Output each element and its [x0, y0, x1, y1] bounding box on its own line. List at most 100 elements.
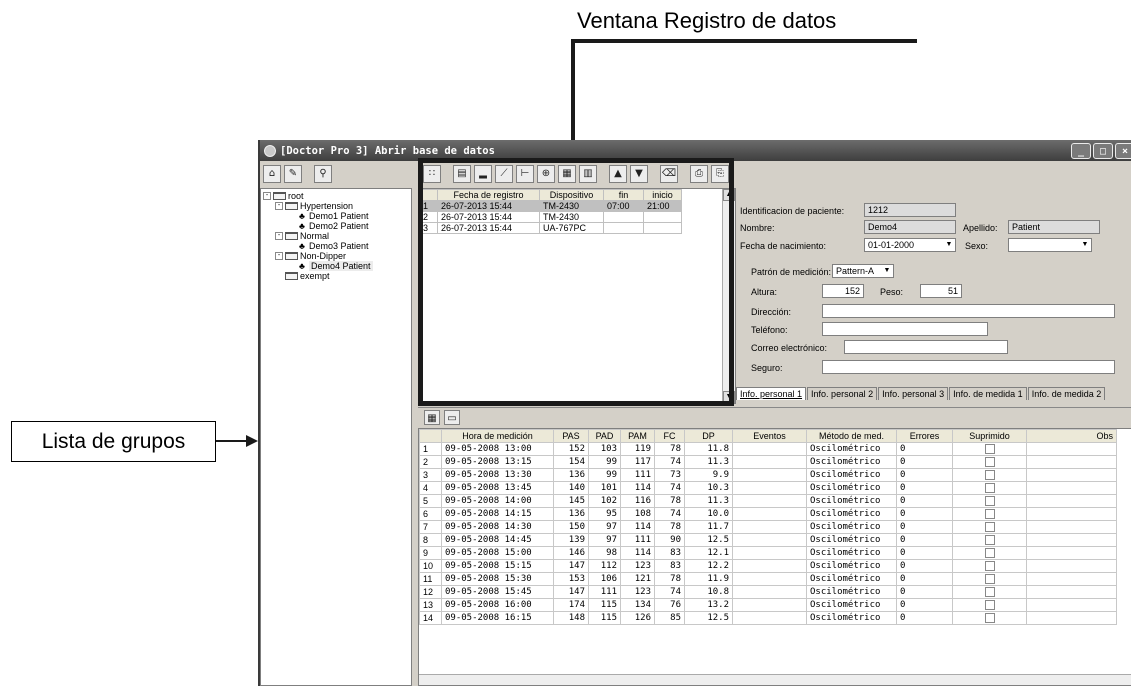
meas-col-pam[interactable]: PAM [620, 429, 655, 443]
close-button[interactable]: × [1115, 143, 1131, 159]
insurance-field[interactable] [822, 360, 1115, 374]
tab-personal-1[interactable]: Info. personal 1 [736, 387, 807, 400]
binoculars-icon[interactable]: ⚲ [314, 165, 332, 183]
suppressed-checkbox[interactable] [984, 573, 995, 584]
suppressed-checkbox[interactable] [984, 482, 995, 493]
measurement-row[interactable]: 14 09-05-2008 16:15 148 115 126 85 12.5 Oscilom… [419, 611, 1117, 625]
scroll-down-icon[interactable]: ▼ [723, 391, 735, 403]
expand-collapse-icon[interactable]: - [275, 252, 283, 260]
scroll-up-icon[interactable]: ▲ [723, 189, 735, 201]
records-scrollbar[interactable]: ▲ ▼ [722, 189, 735, 403]
suppressed-checkbox[interactable] [984, 456, 995, 467]
tree-item[interactable]: ♣ Demo3 Patient [261, 241, 411, 251]
chevron-down-icon[interactable]: ▼ [882, 266, 892, 276]
measurement-row[interactable]: 8 09-05-2008 14:45 139 97 111 90 12.5 Oscilomét… [419, 533, 1117, 547]
tree-item[interactable]: exempt [261, 271, 411, 281]
measurement-row[interactable]: 12 09-05-2008 15:45 147 111 123 74 10.8 Oscilom… [419, 585, 1117, 599]
measurement-row[interactable]: 5 09-05-2008 14:00 145 102 116 78 11.3 Oscilomé… [419, 494, 1117, 508]
chart3-icon[interactable]: ⊢ [516, 165, 534, 183]
graph-view-icon[interactable]: ▭ [444, 410, 460, 425]
suppressed-checkbox[interactable] [984, 495, 995, 506]
records-row[interactable]: 2 26-07-2013 15:44 TM-2430 [419, 211, 682, 223]
address-field[interactable] [822, 304, 1115, 318]
tab-personal-2[interactable]: Info. personal 2 [807, 387, 878, 400]
meas-col-obs[interactable]: Obs [1026, 429, 1117, 443]
group-tree[interactable]: - root - Hypertension ♣ Demo1 Patient ♣ Demo2 P… [260, 188, 412, 686]
tab-measure-1[interactable]: Info. de medida 1 [949, 387, 1027, 400]
minimize-button[interactable]: _ [1071, 143, 1091, 159]
meas-col-events[interactable]: Eventos [732, 429, 807, 443]
measurement-row[interactable]: 6 09-05-2008 14:15 136 95 108 74 10.0 Oscilomét… [419, 507, 1117, 521]
suppressed-checkbox[interactable] [984, 443, 995, 454]
tree-item[interactable]: - Normal [261, 231, 411, 241]
suppressed-checkbox[interactable] [984, 534, 995, 545]
suppressed-checkbox[interactable] [984, 586, 995, 597]
tab-measure-2[interactable]: Info. de medida 2 [1027, 387, 1106, 400]
up-icon[interactable]: ▲ [609, 165, 627, 183]
height-field[interactable]: 152 [822, 284, 864, 298]
phone-field[interactable] [822, 322, 988, 336]
meas-col-time[interactable]: Hora de medición [441, 429, 554, 443]
chevron-down-icon[interactable]: ▼ [1080, 240, 1090, 250]
meas-col-pas[interactable]: PAS [553, 429, 589, 443]
measurement-row[interactable]: 11 09-05-2008 15:30 153 106 121 78 11.9 Oscilom… [419, 572, 1117, 586]
tab-personal-3[interactable]: Info. personal 3 [878, 387, 949, 400]
chart4-icon[interactable]: ⊕ [537, 165, 555, 183]
meas-col-method[interactable]: Método de med. [806, 429, 897, 443]
expand-collapse-icon[interactable]: - [275, 232, 283, 240]
chart5-icon[interactable]: ▦ [558, 165, 576, 183]
suppressed-checkbox[interactable] [984, 521, 995, 532]
table-view-icon[interactable]: ▦ [424, 410, 440, 425]
maximize-button[interactable]: □ [1093, 143, 1113, 159]
chart6-icon[interactable]: ▥ [579, 165, 597, 183]
tree-item[interactable]: - Hypertension [261, 201, 411, 211]
chevron-down-icon[interactable]: ▼ [944, 240, 954, 250]
tree-item[interactable]: ♣ Demo4 Patient [261, 261, 411, 271]
measurement-hscrollbar[interactable] [419, 674, 1131, 685]
records-col-device[interactable]: Dispositivo [539, 189, 604, 201]
pattern-select[interactable]: Pattern-A ▼ [832, 264, 894, 278]
meas-col-pad[interactable]: PAD [588, 429, 621, 443]
suppressed-checkbox[interactable] [984, 508, 995, 519]
sex-select[interactable]: ▼ [1008, 238, 1092, 252]
email-field[interactable] [844, 340, 1008, 354]
expand-collapse-icon[interactable]: - [263, 192, 271, 200]
eraser-icon[interactable]: ⌫ [660, 165, 678, 183]
edit-db-icon[interactable]: ✎ [284, 165, 302, 183]
records-row[interactable]: 1 26-07-2013 15:44 TM-2430 07:00 21:00 [419, 200, 682, 212]
suppressed-checkbox[interactable] [984, 560, 995, 571]
measurement-row[interactable]: 4 09-05-2008 13:45 140 101 114 74 10.3 Oscilomé… [419, 481, 1117, 495]
tree-item[interactable]: ♣ Demo1 Patient [261, 211, 411, 221]
down-icon[interactable]: ▼ [630, 165, 648, 183]
weight-field[interactable]: 51 [920, 284, 962, 298]
dob-field[interactable]: 01-01-2000 ▼ [864, 238, 956, 252]
grid-icon[interactable]: ∷ [423, 165, 441, 183]
suppressed-checkbox[interactable] [984, 612, 995, 623]
records-col-start[interactable]: inicio [643, 189, 682, 201]
measurement-row[interactable]: 9 09-05-2008 15:00 146 98 114 83 12.1 Oscilomét… [419, 546, 1117, 560]
chart1-icon[interactable]: ▂ [474, 165, 492, 183]
measurement-row[interactable]: 13 09-05-2008 16:00 174 115 134 76 13.2 Oscilom… [419, 598, 1117, 612]
records-row[interactable]: 3 26-07-2013 15:44 UA-767PC [419, 222, 682, 234]
tree-item[interactable]: - Non-Dipper [261, 251, 411, 261]
expand-collapse-icon[interactable]: - [275, 202, 283, 210]
chart2-icon[interactable]: ⟋ [495, 165, 513, 183]
suppressed-checkbox[interactable] [984, 469, 995, 480]
measurement-row[interactable]: 3 09-05-2008 13:30 136 99 111 73 9.9 Oscilométr… [419, 468, 1117, 482]
patient-id-field[interactable]: 1212 [864, 203, 956, 217]
name-field[interactable]: Demo4 [864, 220, 956, 234]
meas-col-errors[interactable]: Errores [896, 429, 953, 443]
print2-icon[interactable]: ⎘ [711, 165, 729, 183]
tree-item[interactable]: ♣ Demo2 Patient [261, 221, 411, 231]
suppressed-checkbox[interactable] [984, 599, 995, 610]
surname-field[interactable]: Patient [1008, 220, 1100, 234]
records-col-end[interactable]: fin [603, 189, 644, 201]
measurement-row[interactable]: 10 09-05-2008 15:15 147 112 123 83 12.2 Oscilom… [419, 559, 1117, 573]
measurement-row[interactable]: 1 09-05-2008 13:00 152 103 119 78 11.8 Oscilomé… [419, 442, 1117, 456]
meas-col-dp[interactable]: DP [684, 429, 733, 443]
list-icon[interactable]: ▤ [453, 165, 471, 183]
print1-icon[interactable]: ⎙ [690, 165, 708, 183]
tree-item[interactable]: - root [261, 191, 411, 201]
meas-col-fc[interactable]: FC [654, 429, 685, 443]
suppressed-checkbox[interactable] [984, 547, 995, 558]
